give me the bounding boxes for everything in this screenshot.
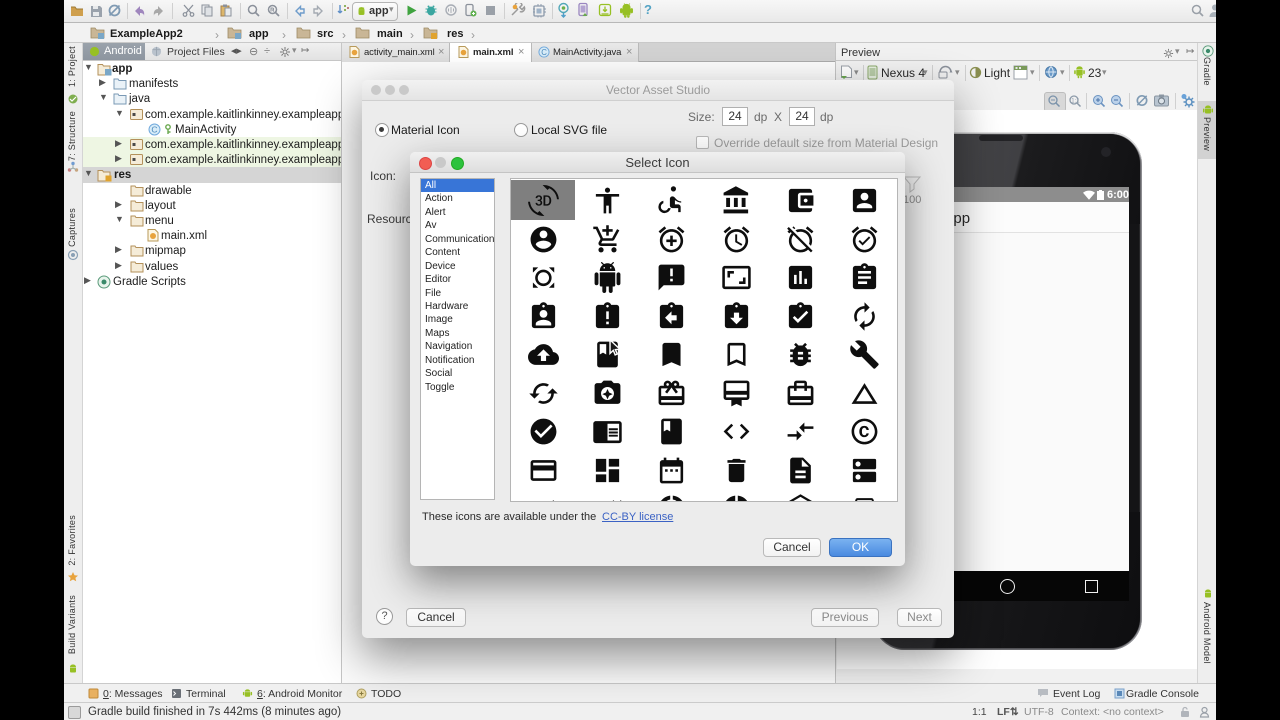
svg-text:C: C: [541, 48, 547, 57]
svg-text:1:1: 1:1: [1071, 99, 1080, 105]
svg-text:C: C: [151, 124, 157, 134]
